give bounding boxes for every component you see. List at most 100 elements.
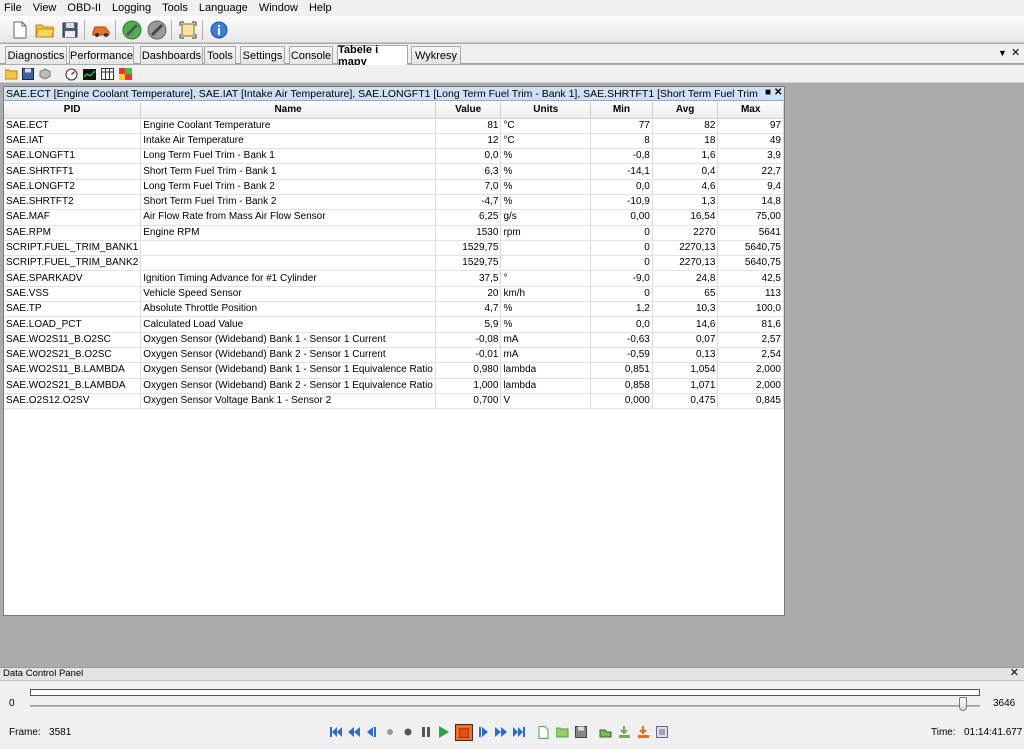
settings-icon[interactable] bbox=[655, 725, 669, 739]
tab-wykresy[interactable]: Wykresy bbox=[411, 46, 461, 64]
panel-pin-icon[interactable]: ■ bbox=[765, 87, 771, 98]
panel-close-icon[interactable]: ✕ bbox=[774, 87, 782, 98]
cell-name: Oxygen Sensor Voltage Bank 1 - Sensor 2 bbox=[140, 393, 436, 410]
menu-item-file[interactable]: File bbox=[4, 2, 22, 14]
pause-icon[interactable] bbox=[419, 725, 433, 739]
info-icon[interactable] bbox=[208, 19, 230, 41]
tab-settings[interactable]: Settings bbox=[240, 46, 285, 64]
table-row[interactable]: SAE.SPARKADV Ignition Timing Advance for … bbox=[4, 270, 784, 287]
table-row[interactable]: SAE.WO2S21_B.O2SC Oxygen Sensor (Wideband… bbox=[4, 347, 784, 364]
open-folder-icon[interactable] bbox=[4, 67, 18, 81]
tab-performance[interactable]: Performance bbox=[69, 46, 134, 64]
menu-item-view[interactable]: View bbox=[33, 2, 57, 14]
fast-forward-icon[interactable] bbox=[494, 725, 508, 739]
gauge-icon[interactable] bbox=[64, 67, 78, 81]
cell-pid: SAE.IAT bbox=[4, 133, 142, 150]
menu-item-logging[interactable]: Logging bbox=[112, 2, 151, 14]
table-row[interactable]: SAE.WO2S11_B.O2SC Oxygen Sensor (Wideband… bbox=[4, 332, 784, 348]
tab-diagnostics[interactable]: Diagnostics bbox=[5, 46, 67, 64]
column-header-max[interactable]: Max bbox=[717, 102, 784, 119]
chart-icon[interactable] bbox=[82, 67, 96, 81]
main-toolbar bbox=[0, 16, 1024, 43]
cell-max: 42,5 bbox=[717, 270, 784, 287]
vehicle-icon[interactable] bbox=[90, 19, 112, 41]
record-icon[interactable] bbox=[401, 725, 415, 739]
step-back-icon[interactable] bbox=[365, 725, 379, 739]
column-header-avg[interactable]: Avg bbox=[652, 102, 719, 119]
play-icon[interactable] bbox=[437, 725, 451, 739]
table-icon[interactable] bbox=[100, 67, 114, 81]
cell-max: 81,6 bbox=[717, 316, 784, 333]
import-icon[interactable] bbox=[617, 725, 631, 739]
column-header-units[interactable]: Units bbox=[500, 102, 592, 119]
column-header-pid[interactable]: PID bbox=[4, 102, 142, 119]
open-log-icon[interactable] bbox=[555, 725, 569, 739]
cell-units: km/h bbox=[500, 286, 592, 303]
table-row[interactable]: SAE.MAF Air Flow Rate from Mass Air Flow … bbox=[4, 209, 784, 226]
cell-pid: SAE.O2S12.O2SV bbox=[4, 393, 142, 410]
tab-list-dropdown-icon[interactable]: ▼ bbox=[998, 48, 1007, 58]
menu-item-language[interactable]: Language bbox=[199, 2, 248, 14]
table-row[interactable]: SAE.O2S12.O2SV Oxygen Sensor Voltage Bank… bbox=[4, 393, 784, 410]
connect-icon[interactable] bbox=[121, 19, 143, 41]
skip-to-start-icon[interactable] bbox=[329, 725, 343, 739]
menu-item-help[interactable]: Help bbox=[309, 2, 332, 14]
cube-icon[interactable] bbox=[38, 67, 52, 81]
cell-name bbox=[140, 255, 436, 272]
cell-avg: 14,6 bbox=[652, 316, 719, 333]
cell-avg: 2270 bbox=[652, 225, 719, 241]
disconnect-icon[interactable] bbox=[146, 19, 168, 41]
table-row[interactable]: SAE.LONGFT1 Long Term Fuel Trim - Bank 10… bbox=[4, 148, 784, 165]
cell-name: Intake Air Temperature bbox=[140, 133, 436, 150]
table-row[interactable]: SAE.IAT Intake Air Temperature 12 °C 8 18 49 bbox=[4, 133, 784, 150]
table-row[interactable]: SAE.TP Absolute Throttle Position 4,7% 1,2 1… bbox=[4, 301, 784, 318]
cell-max: 5641 bbox=[717, 225, 784, 241]
table-row[interactable]: SAE.WO2S21_B.LAMBDA Oxygen Sensor (Wideba… bbox=[4, 378, 784, 394]
frame-slider[interactable] bbox=[30, 705, 980, 707]
menu-item-tools[interactable]: Tools bbox=[162, 2, 188, 14]
tab-tools[interactable]: Tools bbox=[204, 46, 236, 64]
cell-name: Calculated Load Value bbox=[140, 316, 436, 333]
table-row[interactable]: SAE.LONGFT2 Long Term Fuel Trim - Bank 27… bbox=[4, 179, 784, 195]
step-forward-icon[interactable] bbox=[476, 725, 490, 739]
new-file-icon[interactable] bbox=[9, 19, 31, 41]
cell-value: 0,0 bbox=[435, 148, 502, 165]
column-header-value[interactable]: Value bbox=[435, 102, 502, 119]
open-folder-icon[interactable] bbox=[34, 19, 56, 41]
column-header-min[interactable]: Min bbox=[590, 102, 653, 119]
frame-slider-thumb[interactable] bbox=[958, 697, 967, 711]
column-header-name[interactable]: Name bbox=[140, 102, 436, 119]
close-tab-icon[interactable]: ✕ bbox=[1011, 46, 1020, 59]
fullscreen-icon[interactable] bbox=[177, 19, 199, 41]
tab-tabele-i-mapy[interactable]: Tabele i mapy bbox=[337, 44, 408, 68]
table-row[interactable]: SAE.SHRTFT1 Short Term Fuel Trim - Bank 1… bbox=[4, 163, 784, 180]
export-icon[interactable] bbox=[598, 725, 612, 739]
new-log-icon[interactable] bbox=[536, 725, 550, 739]
fast-rewind-icon[interactable] bbox=[347, 725, 361, 739]
table-row[interactable]: SAE.LOAD_PCT Calculated Load Value 5,9% 0,0… bbox=[4, 316, 784, 333]
download-icon[interactable] bbox=[636, 725, 650, 739]
cell-avg: 18 bbox=[652, 133, 719, 150]
table-row[interactable]: SCRIPT.FUEL_TRIM_BANK2 1529,75 0 2270,13 564… bbox=[4, 255, 784, 272]
skip-to-end-icon[interactable] bbox=[512, 725, 526, 739]
cell-units: rpm bbox=[500, 225, 592, 241]
menu-item-window[interactable]: Window bbox=[259, 2, 298, 14]
table-row[interactable]: SAE.ECT Engine Coolant Temperature 81 °C 77 8… bbox=[4, 118, 784, 134]
save-icon[interactable] bbox=[59, 19, 81, 41]
cell-name: Vehicle Speed Sensor bbox=[140, 286, 436, 303]
close-icon[interactable]: ✕ bbox=[1010, 667, 1019, 679]
table-row[interactable]: SAE.WO2S11_B.LAMBDA Oxygen Sensor (Wideba… bbox=[4, 362, 784, 379]
cell-value: 1529,75 bbox=[435, 255, 502, 272]
table-row[interactable]: SCRIPT.FUEL_TRIM_BANK1 1529,75 0 2270,13 564… bbox=[4, 240, 784, 257]
record-dot-icon[interactable] bbox=[383, 725, 397, 739]
table-row[interactable]: SAE.RPM Engine RPM 1530 rpm 0 2270 5641 bbox=[4, 225, 784, 241]
save-icon[interactable] bbox=[21, 67, 35, 81]
tab-console[interactable]: Console bbox=[289, 46, 333, 64]
heatmap-icon[interactable] bbox=[118, 67, 132, 81]
table-row[interactable]: SAE.VSS Vehicle Speed Sensor 20 km/h 0 65 113 bbox=[4, 286, 784, 303]
table-row[interactable]: SAE.SHRTFT2 Short Term Fuel Trim - Bank 2… bbox=[4, 194, 784, 211]
menu-item-obd-ii[interactable]: OBD-II bbox=[67, 2, 101, 14]
tab-dashboards[interactable]: Dashboards bbox=[140, 46, 203, 64]
save-log-icon[interactable] bbox=[574, 725, 588, 739]
stop-icon[interactable] bbox=[455, 724, 473, 741]
